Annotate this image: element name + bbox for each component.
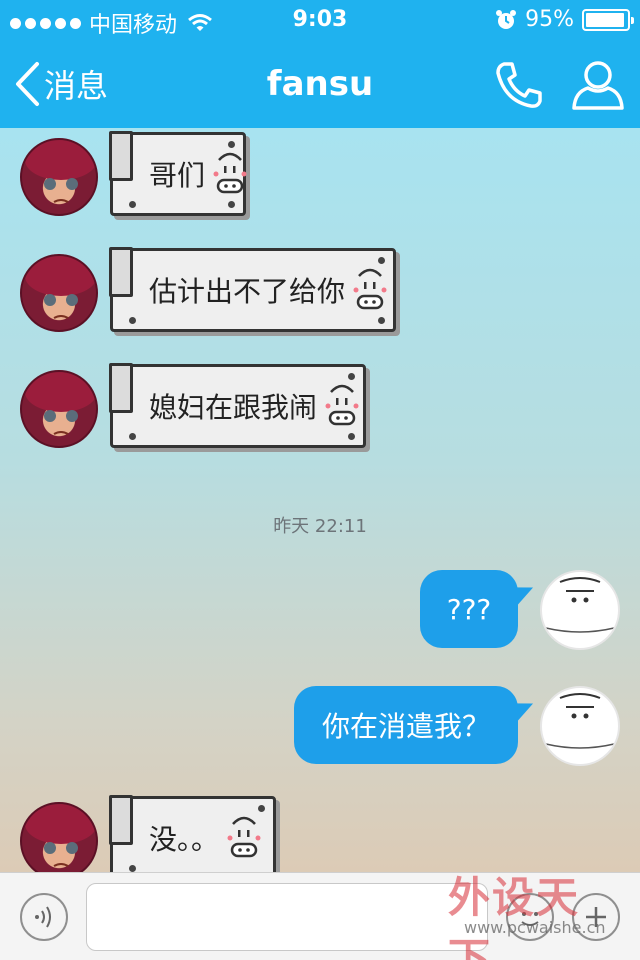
message-input[interactable] (86, 883, 488, 951)
message-timestamp: 昨天 22:11 (273, 516, 367, 537)
message-bubble-received[interactable]: 没。。 (109, 795, 276, 872)
battery-icon (582, 8, 634, 31)
nav-bar: 消息 fansu (0, 40, 640, 128)
bubble-screw (228, 141, 235, 148)
pig-face-icon (227, 816, 261, 858)
bubble-clip-decoration (109, 131, 133, 181)
message-bubble-sent[interactable]: 你在消遣我？ (294, 686, 518, 764)
chevron-left-icon (16, 62, 39, 106)
bubble-screw (258, 805, 265, 812)
message-bubble-received[interactable]: 媳妇在跟我闹 (109, 363, 366, 448)
smiley-icon (521, 912, 539, 926)
contact-avatar-image (25, 804, 96, 867)
bubble-screw (348, 373, 355, 380)
bubble-screw (129, 865, 136, 872)
profile-icon[interactable] (570, 58, 626, 112)
contact-avatar-image (25, 140, 96, 203)
message-bubble-received[interactable]: 估计出不了给你 (109, 247, 396, 332)
voice-input-button[interactable] (20, 893, 68, 941)
bubble-screw (129, 201, 136, 208)
message-text: 你在消遣我？ (321, 710, 490, 743)
message-text: 估计出不了给你 (149, 275, 346, 308)
bubble-screw (378, 317, 385, 324)
chat-area[interactable]: 哥们 估计出不了给你 媳妇在跟我闹 昨天 22:11 ??? 你在消遣我？ 没。… (0, 128, 640, 872)
message-text: 没。。 (149, 823, 220, 856)
contact-avatar-image (25, 256, 96, 319)
message-bubble-sent[interactable]: ??? (420, 570, 518, 648)
message-bubble-received[interactable]: 哥们 (109, 131, 247, 216)
bubble-screw (129, 317, 136, 324)
bubble-screw (378, 257, 385, 264)
message-text: ??? (446, 592, 492, 626)
pig-face-icon (325, 384, 359, 426)
my-avatar[interactable] (540, 686, 620, 766)
bubble-clip-decoration (109, 247, 133, 297)
back-button-label: 消息 (44, 67, 109, 105)
bubble-screw (348, 433, 355, 440)
my-avatar[interactable] (540, 570, 620, 650)
more-options-button[interactable] (572, 893, 620, 941)
bubble-clip-decoration (109, 363, 133, 413)
input-bar (0, 872, 640, 960)
bubble-screw (129, 433, 136, 440)
back-button[interactable]: 消息 (14, 58, 108, 110)
battery-level-fill (586, 12, 624, 27)
phone-call-icon[interactable] (492, 58, 546, 112)
pig-face-icon (353, 268, 387, 310)
header: 中国移动 9:03 95% 消息 fansu (0, 0, 640, 128)
contact-avatar[interactable] (20, 254, 98, 332)
plus-icon (586, 907, 606, 927)
alarm-clock-icon (496, 9, 517, 29)
message-text: 哥们 (149, 159, 206, 192)
my-avatar-image (545, 577, 615, 633)
bubble-screw (228, 201, 235, 208)
contact-avatar[interactable] (20, 138, 98, 216)
status-right: 95% (495, 7, 634, 32)
sound-wave-icon (35, 906, 51, 928)
message-text: 媳妇在跟我闹 (149, 391, 318, 424)
status-bar: 中国移动 9:03 95% (0, 0, 640, 40)
bubble-clip-decoration (109, 795, 133, 845)
battery-percentage: 95% (525, 7, 574, 32)
my-avatar-image (545, 693, 615, 749)
contact-avatar-image (25, 372, 96, 435)
pig-face-icon (213, 152, 247, 194)
emoji-button[interactable] (506, 893, 554, 941)
contact-avatar[interactable] (20, 802, 98, 872)
contact-avatar[interactable] (20, 370, 98, 448)
